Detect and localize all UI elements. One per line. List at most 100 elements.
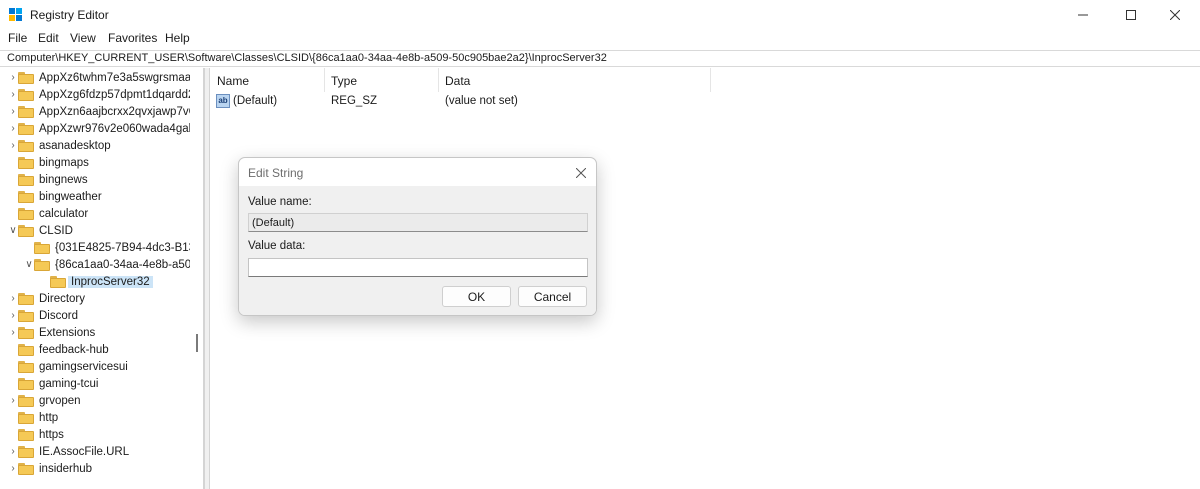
pane-splitter[interactable] <box>204 68 210 489</box>
folder-icon <box>18 157 34 169</box>
folder-icon <box>18 463 34 475</box>
tree-item[interactable]: › AppXzwr976v2e060wada4gabı <box>0 121 198 138</box>
folder-icon <box>18 140 34 152</box>
tree-item[interactable]: gamingservicesui <box>0 359 190 376</box>
chevron-right-icon[interactable]: › <box>8 310 18 322</box>
chevron-down-icon[interactable]: ∨ <box>8 225 18 237</box>
folder-icon <box>18 429 34 441</box>
menu-view[interactable]: View <box>70 31 96 45</box>
tree-item[interactable]: › IE.AssocFile.URL <box>0 444 190 461</box>
tree-item[interactable]: › asanadesktop <box>0 138 190 155</box>
menu-favorites[interactable]: Favorites <box>108 31 157 45</box>
tree-item-label: {86ca1aa0-34aa-4e8b-a509 <box>55 259 198 271</box>
tree-item-label: feedback-hub <box>39 344 109 356</box>
folder-icon <box>18 72 34 84</box>
tree-item[interactable]: › Extensions <box>0 325 190 342</box>
value-data-label: Value data: <box>248 240 306 252</box>
tree-item-label: AppXzwr976v2e060wada4gabı <box>39 123 199 135</box>
tree-item[interactable]: {031E4825-7B94-4dc3-B131 <box>0 240 201 257</box>
ok-button[interactable]: OK <box>442 286 511 307</box>
folder-icon <box>18 208 34 220</box>
folder-icon <box>50 276 66 288</box>
chevron-down-icon[interactable]: ∨ <box>24 259 34 271</box>
tree-item-label: gaming-tcui <box>39 378 99 390</box>
tree-scrollbar-thumb[interactable] <box>196 334 198 352</box>
address-bar[interactable]: Computer\HKEY_CURRENT_USER\Software\Clas… <box>0 50 1200 67</box>
value-data: (value not set) <box>445 95 518 107</box>
folder-icon <box>18 174 34 186</box>
tree-item-label: {031E4825-7B94-4dc3-B131 <box>55 242 202 254</box>
dialog-close-button[interactable] <box>569 162 593 184</box>
chevron-right-icon[interactable]: › <box>8 395 18 407</box>
tree-scrollbar[interactable] <box>190 68 203 489</box>
column-header-name[interactable]: Name <box>211 68 325 92</box>
tree-item[interactable]: feedback-hub <box>0 342 190 359</box>
column-header-data[interactable]: Data <box>439 68 711 92</box>
value-data-input[interactable] <box>248 258 588 277</box>
folder-icon <box>34 259 50 271</box>
tree-item-label: insiderhub <box>39 463 93 475</box>
chevron-right-icon[interactable]: › <box>8 140 18 152</box>
dialog-body: Value name: (Default) Value data: OK Can… <box>239 186 596 315</box>
tree-item[interactable]: › insiderhub <box>0 461 190 478</box>
folder-icon <box>18 225 34 237</box>
close-button[interactable] <box>1152 0 1198 30</box>
tree-item[interactable]: ∨ CLSID <box>0 223 190 240</box>
menu-help[interactable]: Help <box>165 31 190 45</box>
chevron-right-icon[interactable]: › <box>8 327 18 339</box>
tree-item-label: AppXz6twhm7e3a5swgrsmaax <box>39 72 197 84</box>
value-name-field: (Default) <box>248 213 588 232</box>
tree-item[interactable]: › AppXzg6fdzp57dpmt1dqardd2 <box>0 87 194 104</box>
tree-item[interactable]: › Discord <box>0 308 190 325</box>
tree-item-label: AppXzn6aajbcrxx2qvxjawp7vC <box>39 106 197 118</box>
tree-item[interactable]: bingweather <box>0 189 190 206</box>
tree-item[interactable]: https <box>0 427 190 444</box>
tree-item[interactable]: bingmaps <box>0 155 190 172</box>
address-path[interactable]: Computer\HKEY_CURRENT_USER\Software\Clas… <box>7 52 607 64</box>
chevron-right-icon[interactable]: › <box>8 446 18 458</box>
tree-item-label: https <box>39 429 64 441</box>
chevron-right-icon[interactable]: › <box>8 463 18 475</box>
chevron-right-icon[interactable]: › <box>8 89 18 101</box>
tree-item-label: gamingservicesui <box>39 361 128 373</box>
folder-icon <box>18 446 34 458</box>
tree-item[interactable]: › AppXzn6aajbcrxx2qvxjawp7vC <box>0 104 197 121</box>
chevron-right-icon[interactable]: › <box>8 72 18 84</box>
tree-item-label: bingmaps <box>39 157 89 169</box>
folder-icon <box>18 191 34 203</box>
chevron-right-icon[interactable]: › <box>8 293 18 305</box>
tree-item-label: asanadesktop <box>39 140 111 152</box>
tree-item[interactable]: › Directory <box>0 291 190 308</box>
tree-item[interactable]: calculator <box>0 206 190 223</box>
tree-item-label: IE.AssocFile.URL <box>39 446 130 458</box>
maximize-icon <box>1126 10 1136 20</box>
tree-item-label: Discord <box>39 310 78 322</box>
folder-icon <box>18 327 34 339</box>
tree-item[interactable]: gaming-tcui <box>0 376 190 393</box>
menu-file[interactable]: File <box>8 31 27 45</box>
tree-item-label: bingnews <box>39 174 88 186</box>
registry-editor-icon <box>9 8 23 22</box>
tree-item[interactable]: › grvopen <box>0 393 190 410</box>
tree-item-label: http <box>39 412 59 424</box>
cancel-button[interactable]: Cancel <box>518 286 587 307</box>
folder-icon <box>18 310 34 322</box>
tree-item[interactable]: InprocServer32 <box>0 274 190 291</box>
maximize-button[interactable] <box>1108 0 1154 30</box>
minimize-button[interactable] <box>1060 0 1106 30</box>
tree-item[interactable]: ∨ {86ca1aa0-34aa-4e8b-a509 <box>0 257 198 274</box>
close-icon <box>576 168 586 178</box>
chevron-right-icon[interactable]: › <box>8 106 18 118</box>
value-name: (Default) <box>233 95 278 107</box>
list-row-default[interactable]: ab (Default) REG_SZ (value not set) <box>211 92 1200 112</box>
column-header-type[interactable]: Type <box>325 68 439 92</box>
tree-item-label: calculator <box>39 208 89 220</box>
tree-item[interactable]: http <box>0 410 190 427</box>
chevron-right-icon[interactable]: › <box>8 123 18 135</box>
window-title: Registry Editor <box>30 8 109 22</box>
string-value-icon: ab <box>216 94 230 108</box>
tree-item[interactable]: bingnews <box>0 172 190 189</box>
tree-item[interactable]: › AppXz6twhm7e3a5swgrsmaax <box>0 70 197 87</box>
menu-edit[interactable]: Edit <box>38 31 59 45</box>
folder-icon <box>34 242 50 254</box>
